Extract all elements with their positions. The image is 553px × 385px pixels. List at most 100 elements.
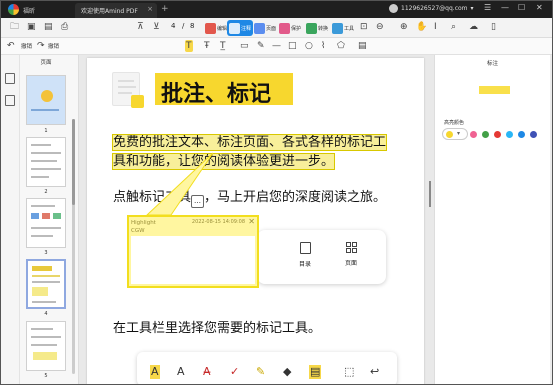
note-tool-icon[interactable]: ▤ <box>358 40 367 52</box>
popup-header: Highlight CGW <box>131 219 156 235</box>
zoom-out-icon[interactable]: ⊖ <box>376 21 384 33</box>
color-option-green[interactable] <box>482 131 489 138</box>
close-tab-icon[interactable]: × <box>147 5 153 13</box>
previous-page-icon[interactable]: ⊼ <box>137 21 144 33</box>
color-option-blue[interactable] <box>518 131 525 138</box>
new-tab-icon[interactable]: + <box>161 4 169 14</box>
strikeout-tool-icon[interactable]: Ŧ <box>204 40 210 52</box>
rectangle-tool-icon[interactable]: □ <box>288 40 297 52</box>
document-tab-title: 欢迎使用Amind PDF <box>81 8 138 15</box>
mode-tools-button[interactable]: 工具 <box>330 20 356 36</box>
underline-tool-icon[interactable]: T̲ <box>220 40 226 52</box>
mode-edit-button[interactable]: 编辑 <box>203 20 229 36</box>
page-thumbnail-2[interactable] <box>26 137 66 187</box>
page-thumbnail-3[interactable] <box>26 198 66 248</box>
page-thumbnail-4[interactable] <box>26 259 66 309</box>
menu-icon[interactable]: ☰ <box>484 3 491 12</box>
convert-icon <box>306 22 317 34</box>
redo-icon[interactable]: ↷ <box>37 40 45 52</box>
annotate-icon <box>229 22 240 34</box>
cloud-icon[interactable]: ☁ <box>469 21 478 33</box>
line-tool-icon[interactable]: — <box>272 40 281 52</box>
popup-comment-input[interactable] <box>131 236 255 284</box>
note-icon[interactable]: ▤ <box>309 365 322 379</box>
pages-grid-icon <box>345 242 357 253</box>
main-toolbar: 🗀 ▣ ▤ ⎙ ⊼ ⊻ 4 / 8 编辑 注释 页面 保护 转换 工具 ⊡ ⊖ … <box>1 18 552 38</box>
pages-icon <box>254 22 265 34</box>
popup-type: Highlight <box>131 220 156 226</box>
color-option-pink[interactable] <box>470 131 477 138</box>
undo-palette-icon[interactable]: ↩ <box>370 365 379 379</box>
search-icon[interactable]: ⌕ <box>451 21 456 33</box>
thumbnail-scrollbar[interactable] <box>72 119 75 374</box>
account-menu[interactable]: 1129626527@qq.com ▾ <box>389 4 474 13</box>
next-page-icon[interactable]: ⊻ <box>153 21 160 33</box>
zoom-in-icon[interactable]: ⊕ <box>400 21 408 33</box>
strikethrough-tool-icon[interactable]: A̶ <box>203 365 211 379</box>
mode-protect-button[interactable]: 保护 <box>277 20 303 36</box>
annotation-popup[interactable]: Highlight CGW 2022-08-15 14:09:08 ✕ <box>127 215 259 288</box>
mode-convert-button[interactable]: 转换 <box>304 20 330 36</box>
close-popup-icon[interactable]: ✕ <box>248 217 255 226</box>
mode-protect-label: 保护 <box>291 25 302 32</box>
highlight-text-tool-icon[interactable]: T <box>185 40 193 52</box>
pages-nav-label: 页面 <box>344 260 357 267</box>
protect-icon <box>279 22 290 34</box>
page-separator: / <box>182 22 185 30</box>
maximize-icon[interactable]: ☐ <box>518 3 525 12</box>
color-option-indigo[interactable] <box>530 131 537 138</box>
pencil-tool-icon[interactable]: ✎ <box>257 40 265 52</box>
area-highlight-tool-icon[interactable]: ▭ <box>240 40 249 52</box>
print-icon[interactable]: ⎙ <box>61 21 68 33</box>
mode-annotate-button[interactable]: 注释 <box>227 20 254 36</box>
document-scrollbar[interactable] <box>429 181 431 207</box>
eraser-icon[interactable]: ◆ <box>283 365 291 379</box>
color-option-cyan[interactable] <box>506 131 513 138</box>
checkmark-pen-icon[interactable]: ✓ <box>230 365 239 379</box>
select-text-icon[interactable]: Ⅰ <box>434 21 437 33</box>
save-icon[interactable]: ▣ <box>27 21 36 33</box>
mode-edit-label: 编辑 <box>217 25 228 32</box>
mode-tools-label: 工具 <box>344 25 355 32</box>
polyline-tool-icon[interactable]: ⌇ <box>321 40 325 52</box>
app-name: 福昕 <box>23 8 36 15</box>
area-select-icon[interactable]: ⬚ <box>344 365 354 379</box>
outline-panel-icon[interactable] <box>5 95 15 106</box>
mode-pages-button[interactable]: 页面 <box>252 20 278 36</box>
color-preview <box>479 86 510 94</box>
polygon-tool-icon[interactable]: ⬠ <box>337 40 345 52</box>
color-option-red[interactable] <box>494 131 501 138</box>
redo-label: 撤销 <box>48 44 60 50</box>
tools-icon <box>332 22 343 34</box>
save-as-icon[interactable]: ▤ <box>44 21 53 33</box>
page-current[interactable]: 4 <box>171 22 175 30</box>
document-tab[interactable]: 欢迎使用Amind PDF × <box>75 3 157 18</box>
close-window-icon[interactable]: ✕ <box>536 3 543 12</box>
page-thumbnail-5[interactable] <box>26 321 66 371</box>
panel-title: 标注 <box>486 61 498 67</box>
page-thumbnail-label: 3 <box>44 250 48 256</box>
outline-nav-button[interactable]: 目录 <box>290 242 320 268</box>
text-color-tool-icon[interactable]: A <box>177 365 185 379</box>
panel-toggle-icon[interactable]: ▯ <box>491 21 496 33</box>
thumbnail-header: 页面 <box>40 60 52 66</box>
left-rail <box>1 55 20 384</box>
open-folder-icon[interactable]: 🗀 <box>10 21 19 33</box>
undo-icon[interactable]: ↶ <box>7 40 15 52</box>
page-thumbnail-label: 1 <box>44 128 48 134</box>
highlight-color-label: 高亮颜色 <box>444 120 465 126</box>
hand-tool-icon[interactable]: ✋ <box>416 21 427 33</box>
pages-nav-button[interactable]: 页面 <box>336 242 366 267</box>
current-color-select[interactable]: ▾ <box>442 128 468 140</box>
page-thumbnail-1[interactable] <box>26 75 66 125</box>
outline-nav-label: 目录 <box>298 261 311 268</box>
document-viewer: 批注、标记 免费的批注文本、标注页面、各式各样的标记工具和功能，让您的阅读体验更… <box>79 55 434 384</box>
marker-pen-icon[interactable]: ✎ <box>256 365 265 379</box>
app-logo-icon <box>8 4 19 15</box>
thumbnails-panel-icon[interactable] <box>5 73 15 84</box>
highlight-tool-icon[interactable]: A <box>150 365 160 379</box>
page-total: 8 <box>190 22 195 30</box>
circle-tool-icon[interactable]: ○ <box>305 40 313 52</box>
fit-page-icon[interactable]: ⊡ <box>360 21 368 33</box>
minimize-icon[interactable]: — <box>501 3 509 12</box>
